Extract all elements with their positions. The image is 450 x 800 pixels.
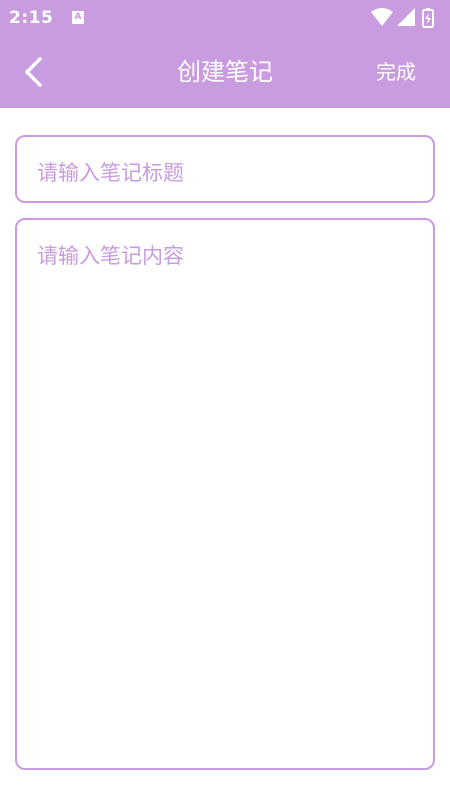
wifi-icon <box>371 8 393 26</box>
done-button[interactable]: 完成 <box>376 36 416 108</box>
back-button[interactable] <box>16 52 56 92</box>
note-title-placeholder: 请输入笔记标题 <box>37 161 184 185</box>
signal-icon <box>397 8 415 26</box>
notification-icon-letter: A <box>74 12 82 22</box>
notification-icon: A <box>72 11 84 24</box>
status-icons <box>371 7 441 29</box>
chevron-left-icon <box>25 57 42 87</box>
status-time: 2:15 <box>9 8 54 28</box>
page-title: 创建笔记 <box>177 58 273 86</box>
app-bar: 创建笔记 完成 <box>0 36 450 108</box>
status-bar: 2:15 A <box>0 0 450 36</box>
note-content-placeholder: 请输入笔记内容 <box>37 244 184 268</box>
note-content-input[interactable]: 请输入笔记内容 <box>15 218 435 770</box>
note-title-input[interactable]: 请输入笔记标题 <box>15 135 435 203</box>
battery-charging-icon <box>422 8 434 28</box>
status-icons-svg <box>371 8 434 28</box>
